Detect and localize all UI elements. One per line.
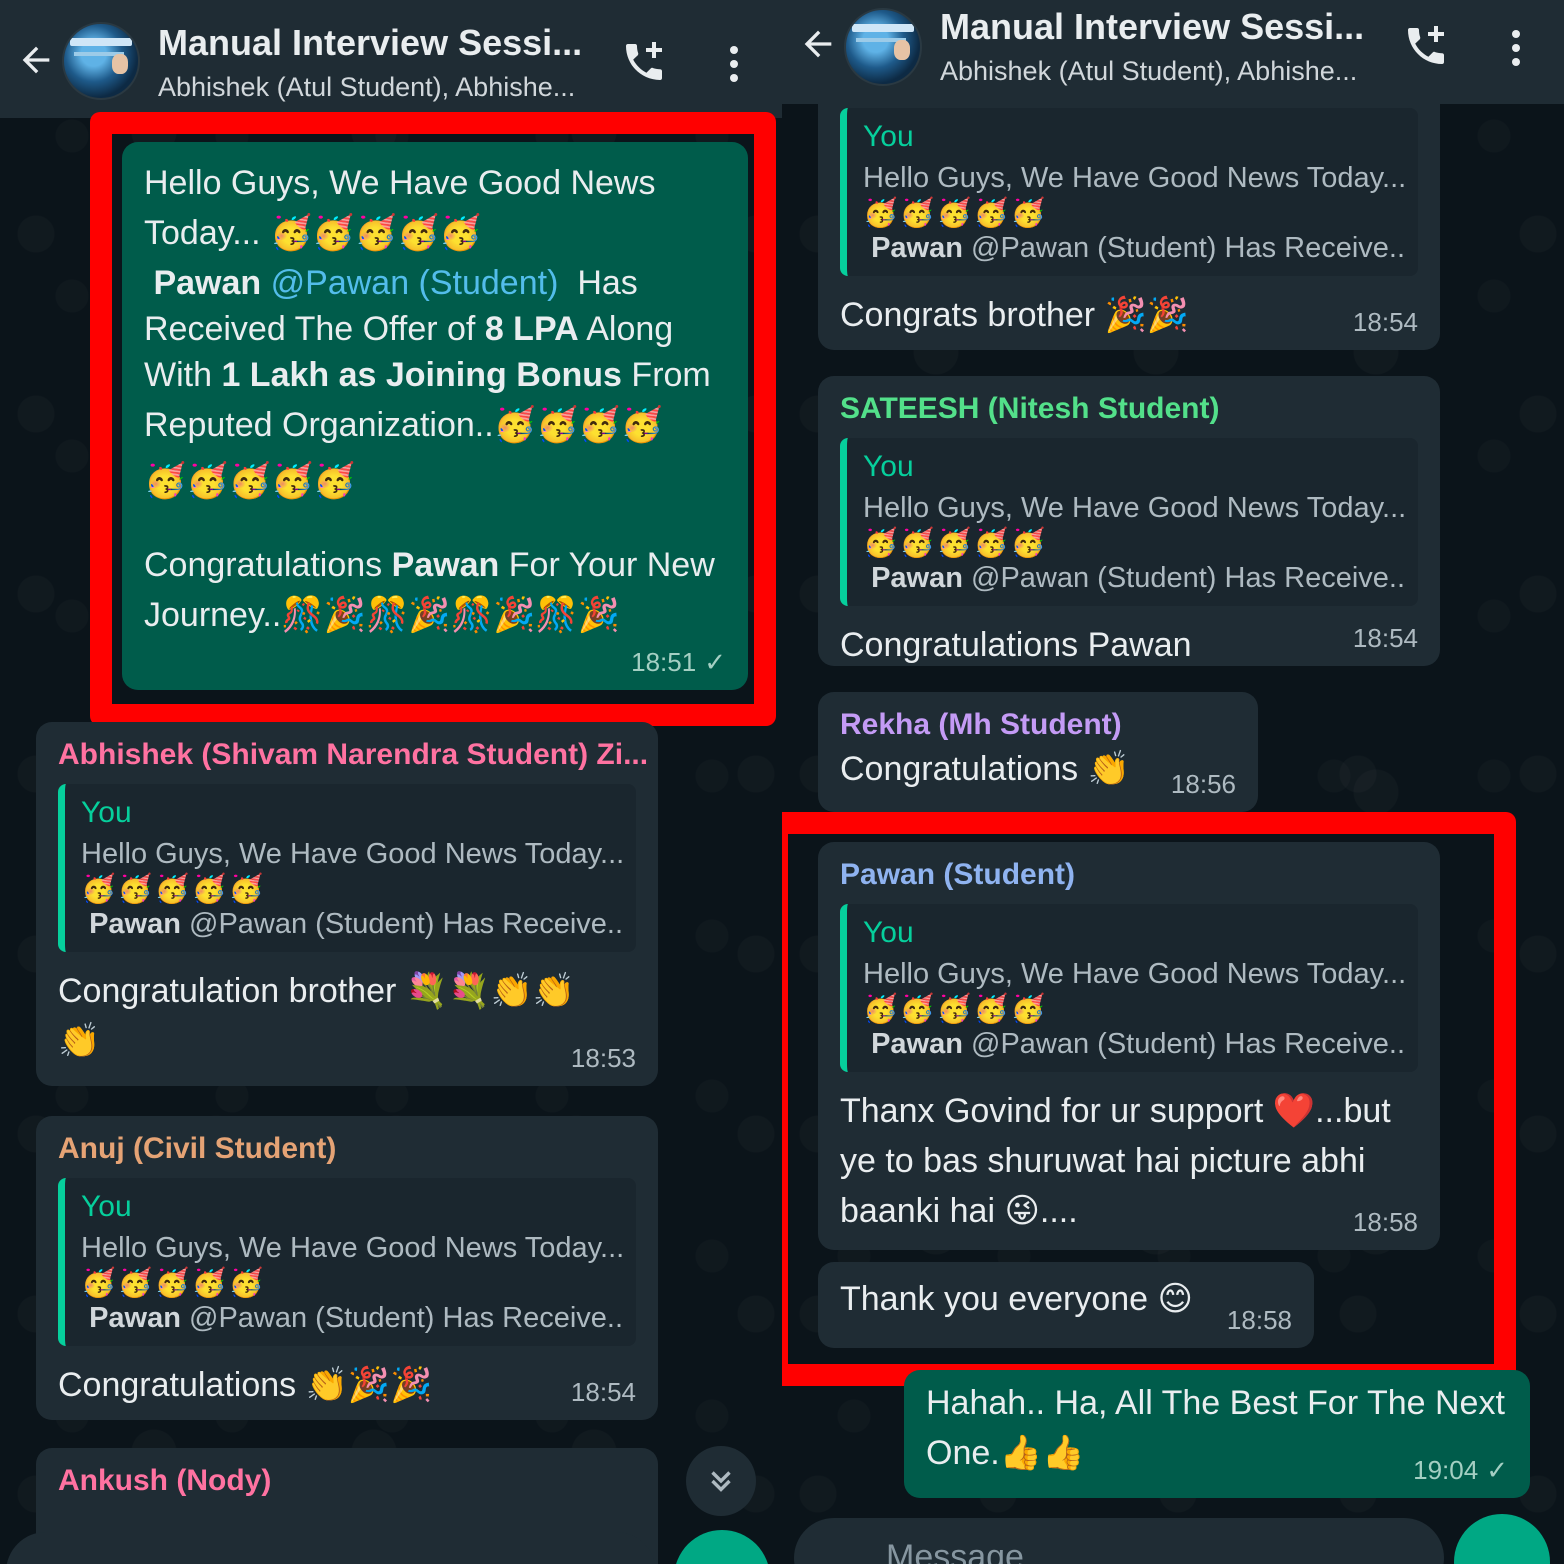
chat-header: Manual Interview Sessi... Abhishek (Atul… bbox=[782, 0, 1564, 104]
more-options-icon[interactable] bbox=[728, 42, 740, 82]
quote-bold-name: Pawan bbox=[871, 232, 963, 264]
message-time: 18:53 bbox=[570, 1043, 636, 1073]
message-text: Congrats brother 🎉🎉 bbox=[840, 296, 1190, 334]
quote-author: You bbox=[81, 796, 132, 829]
quote-text: @Pawan (Student) Has Receive... bbox=[971, 562, 1404, 594]
back-arrow-icon[interactable] bbox=[798, 24, 838, 64]
message-input[interactable]: Message bbox=[886, 1538, 1024, 1564]
quoted-message[interactable]: You Hello Guys, We Have Good News Today.… bbox=[58, 1178, 636, 1346]
quote-text: Hello Guys, We Have Good News Today... bbox=[863, 492, 1404, 524]
message-text: Congratulation brother 💐💐👏👏 bbox=[58, 972, 576, 1010]
message-time: 19:04 ✓ bbox=[1413, 1455, 1508, 1485]
sender-name[interactable]: Abhishek (Shivam Narendra Student) Zi... bbox=[58, 738, 648, 772]
quote-author: You bbox=[863, 120, 914, 153]
reply-message[interactable]: Anuj (Civil Student) You Hello Guys, We … bbox=[36, 1116, 658, 1420]
quote-emoji-row: 🥳🥳🥳🥳🥳 bbox=[863, 197, 1048, 228]
mic-button[interactable] bbox=[674, 1530, 770, 1564]
outgoing-message[interactable]: Hahah.. Ha, All The Best For The Next On… bbox=[904, 1370, 1530, 1498]
more-options-icon[interactable] bbox=[1510, 26, 1522, 66]
group-title[interactable]: Manual Interview Sessi... bbox=[158, 22, 582, 64]
group-participants[interactable]: Abhishek (Atul Student), Abhishe... bbox=[158, 72, 575, 103]
quote-text: @Pawan (Student) Has Receive... bbox=[189, 1302, 622, 1334]
message-text: 👏 bbox=[58, 1022, 101, 1060]
group-participants[interactable]: Abhishek (Atul Student), Abhishe... bbox=[940, 56, 1357, 87]
mic-button[interactable] bbox=[1454, 1514, 1550, 1564]
sender-name[interactable]: SATEESH (Nitesh Student) bbox=[840, 392, 1418, 426]
reply-message[interactable]: Rekha (Mh Student) Congratulations 👏 18:… bbox=[818, 692, 1258, 812]
quote-text: @Pawan (Student) Has Receive... bbox=[189, 908, 622, 940]
quote-emoji-row: 🥳🥳🥳🥳🥳 bbox=[863, 527, 1048, 558]
message-composer[interactable] bbox=[6, 1532, 656, 1564]
quote-bold-name: Pawan bbox=[89, 908, 181, 940]
reply-message[interactable]: Abhishek (Shivam Narendra Student) Zi...… bbox=[36, 722, 658, 1086]
red-highlight-box bbox=[782, 812, 1516, 1386]
reply-message[interactable]: SATEESH (Nitesh Student) You Hello Guys,… bbox=[818, 376, 1440, 666]
message-time: 18:56 bbox=[1170, 769, 1236, 799]
group-title[interactable]: Manual Interview Sessi... bbox=[940, 6, 1364, 48]
quote-author: You bbox=[81, 1190, 132, 1223]
quote-bold-name: Pawan bbox=[871, 562, 963, 594]
back-arrow-icon[interactable] bbox=[16, 40, 56, 80]
quote-emoji-row: 🥳🥳🥳🥳🥳 bbox=[81, 873, 266, 904]
left-chat-screen: Manual Interview Sessi... Abhishek (Atul… bbox=[0, 0, 782, 1564]
quote-author: You bbox=[863, 450, 914, 483]
group-avatar[interactable] bbox=[844, 8, 922, 86]
add-call-icon[interactable] bbox=[1402, 22, 1450, 70]
sender-name[interactable]: Anuj (Civil Student) bbox=[58, 1132, 636, 1166]
right-chat-screen: Manual Interview Sessi... Abhishek (Atul… bbox=[782, 0, 1564, 1564]
message-time: 18:54 bbox=[1352, 307, 1418, 337]
quote-text: Hello Guys, We Have Good News Today... bbox=[863, 162, 1404, 194]
quoted-message[interactable]: You Hello Guys, We Have Good News Today.… bbox=[840, 438, 1418, 606]
quoted-message[interactable]: You Hello Guys, We Have Good News Today.… bbox=[840, 108, 1418, 276]
reply-message[interactable]: You Hello Guys, We Have Good News Today.… bbox=[818, 104, 1440, 350]
quote-bold-name: Pawan bbox=[89, 1302, 181, 1334]
sent-tick-icon: ✓ bbox=[1486, 1455, 1508, 1485]
message-time: 18:54 bbox=[1352, 623, 1418, 653]
message-composer[interactable]: Message bbox=[794, 1518, 1444, 1564]
chat-header: Manual Interview Sessi... Abhishek (Atul… bbox=[0, 0, 782, 118]
quote-text: Hello Guys, We Have Good News Today... bbox=[81, 1232, 622, 1264]
scroll-to-bottom-button[interactable] bbox=[686, 1446, 756, 1516]
message-text: Congratulations 👏🎉🎉 bbox=[58, 1366, 433, 1404]
quoted-message[interactable]: You Hello Guys, We Have Good News Today.… bbox=[58, 784, 636, 952]
add-call-icon[interactable] bbox=[620, 38, 668, 86]
chevron-double-down-icon bbox=[711, 1471, 731, 1492]
sender-name[interactable]: Ankush (Nody) bbox=[58, 1464, 636, 1498]
red-highlight-box bbox=[90, 112, 776, 726]
quote-emoji-row: 🥳🥳🥳🥳🥳 bbox=[81, 1267, 266, 1298]
quote-text: @Pawan (Student) Has Receive... bbox=[971, 232, 1404, 264]
message-text: Congratulations Pawan bbox=[840, 626, 1192, 664]
quote-text: Hello Guys, We Have Good News Today... bbox=[81, 838, 622, 870]
message-text: Hahah.. Ha, All The Best For The Next bbox=[926, 1384, 1505, 1422]
message-time: 18:54 bbox=[570, 1377, 636, 1407]
group-avatar[interactable] bbox=[62, 22, 140, 100]
sender-name[interactable]: Rekha (Mh Student) bbox=[840, 708, 1236, 742]
